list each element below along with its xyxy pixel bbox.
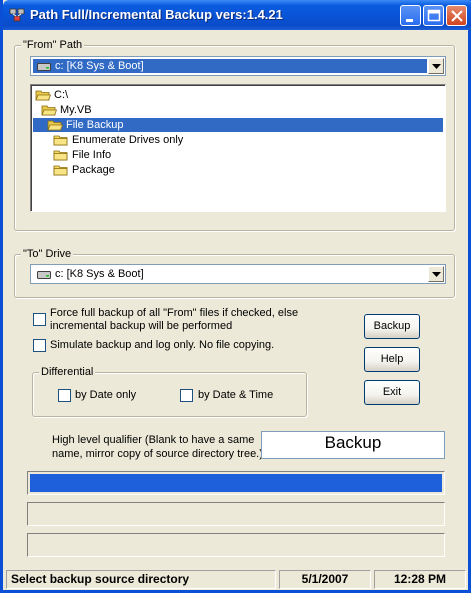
chevron-down-icon [432, 64, 441, 69]
window-title: Path Full/Incremental Backup vers:1.4.21 [30, 7, 283, 22]
qualifier-label-line1: High level qualifier (Blank to have a sa… [52, 434, 255, 446]
close-button[interactable] [446, 5, 467, 26]
to-drive-dropdown-button[interactable] [428, 266, 444, 282]
tree-item-label: File Info [72, 149, 112, 161]
folder-icon [53, 165, 68, 176]
chevron-down-icon [432, 272, 441, 277]
status-date: 5/1/2007 [279, 570, 371, 589]
to-drive-value: c: [K8 Sys & Boot] [55, 268, 144, 280]
simulate-backup-label[interactable]: Simulate backup and log only. No file co… [50, 339, 274, 352]
tree-item-label: My.VB [60, 104, 92, 116]
folder-icon [53, 150, 68, 161]
qualifier-input[interactable]: Backup [261, 431, 445, 459]
by-date-only-label[interactable]: by Date only [75, 389, 136, 402]
title-bar[interactable]: Path Full/Incremental Backup vers:1.4.21 [3, 0, 471, 30]
tree-item-label: Package [72, 164, 115, 176]
minimize-button[interactable] [400, 5, 421, 26]
by-date-only-checkbox[interactable] [58, 389, 71, 402]
app-window: Path Full/Incremental Backup vers:1.4.21… [0, 0, 471, 593]
drive-icon [37, 271, 51, 279]
open-folder-icon [41, 105, 57, 116]
by-date-time-label[interactable]: by Date & Time [198, 389, 273, 402]
minimize-icon [406, 19, 413, 22]
force-full-backup-label-line1[interactable]: Force full backup of all "From" files if… [50, 307, 298, 320]
backup-button[interactable]: Backup [364, 314, 420, 339]
drive-icon [37, 63, 51, 71]
force-full-backup-checkbox[interactable] [33, 313, 46, 326]
maximize-button[interactable] [423, 5, 444, 26]
to-drive-combo[interactable]: c: [K8 Sys & Boot] [30, 264, 446, 284]
progress-bar-2 [27, 502, 445, 526]
maximize-icon [427, 9, 441, 22]
from-drive-combo[interactable]: c: [K8 Sys & Boot] [30, 56, 446, 76]
status-message: Select backup source directory [6, 570, 276, 589]
progress-bar-1 [27, 471, 445, 495]
folder-icon [53, 135, 68, 146]
to-drive-label: "To" Drive [21, 248, 74, 260]
help-button[interactable]: Help [364, 347, 420, 372]
status-bar: Select backup source directory 5/1/2007 … [3, 569, 468, 590]
force-full-backup-label-line2[interactable]: incremental backup will be performed [50, 320, 232, 333]
close-icon [451, 10, 463, 22]
from-directory-tree[interactable]: C:\ My.VB File Backup Enumerate Drives only… [30, 84, 446, 212]
from-drive-value: c: [K8 Sys & Boot] [55, 60, 144, 72]
backup-app-icon[interactable] [9, 7, 25, 23]
tree-item-label: Enumerate Drives only [72, 134, 184, 146]
progress-fill-1 [30, 474, 442, 492]
tree-item-label: C:\ [54, 89, 69, 101]
from-drive-dropdown-button[interactable] [428, 58, 444, 74]
open-folder-icon [35, 90, 51, 101]
simulate-backup-checkbox[interactable] [33, 339, 46, 352]
status-time: 12:28 PM [374, 570, 466, 589]
progress-bar-3 [27, 533, 445, 557]
exit-button[interactable]: Exit [364, 380, 420, 405]
from-path-label: "From" Path [21, 39, 85, 51]
tree-item-label: File Backup [66, 119, 124, 131]
differential-label: Differential [39, 366, 96, 378]
qualifier-label-line2: name, mirror copy of source directory tr… [52, 448, 263, 460]
open-folder-icon [47, 120, 63, 131]
by-date-time-checkbox[interactable] [180, 389, 193, 402]
